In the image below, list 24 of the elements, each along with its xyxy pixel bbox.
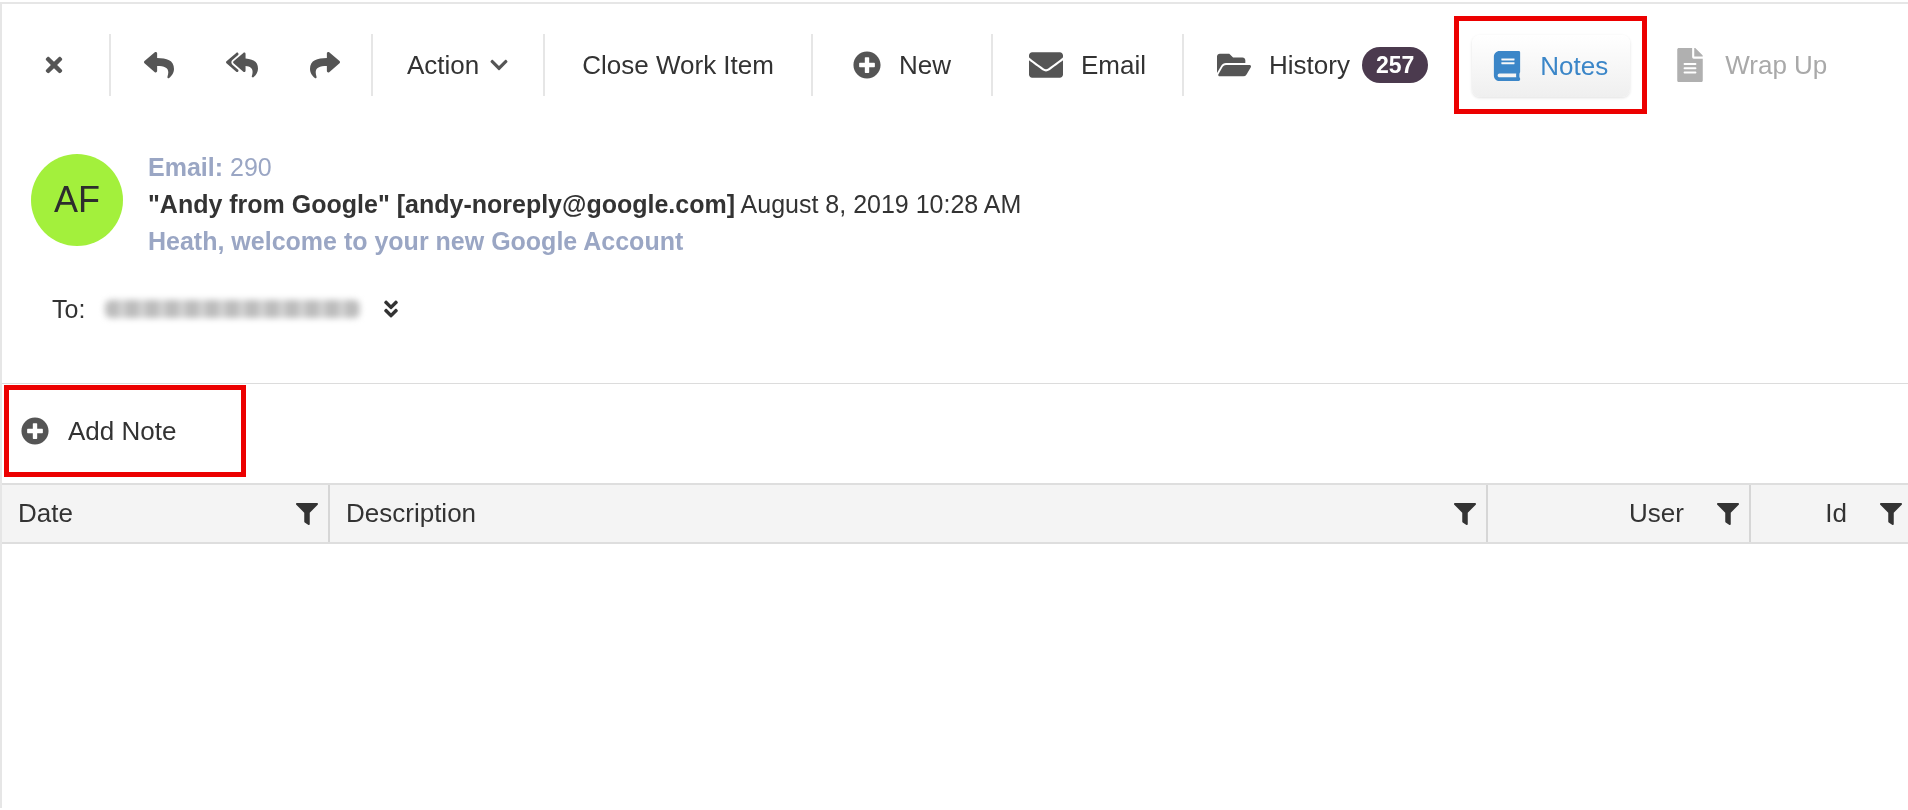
email-subject: Heath, welcome to your new Google Account — [148, 226, 685, 257]
action-menu-button[interactable]: Action — [373, 41, 544, 89]
column-header[interactable]: Description — [346, 498, 477, 529]
filter-icon[interactable] — [296, 502, 318, 525]
column-header[interactable]: User — [1629, 498, 1684, 529]
sender-line: "Andy from Google" [andy-noreply@google.com] August 8, 2019 10:28 AM — [148, 189, 1022, 220]
reply-icon — [144, 50, 174, 80]
book-icon — [1492, 51, 1523, 81]
add-note-button[interactable]: Add Note — [21, 407, 177, 455]
column-header[interactable]: Date — [18, 498, 73, 529]
to-label: To: — [52, 294, 86, 324]
notes-button[interactable]: Notes — [1472, 35, 1631, 97]
history-button[interactable]: History 257 — [1184, 41, 1455, 89]
filter-icon[interactable] — [1880, 502, 1902, 525]
close-work-item-button[interactable]: Close Work Item — [545, 41, 811, 89]
email-number: Email: 290 — [148, 152, 273, 183]
filter-icon[interactable] — [1454, 502, 1476, 525]
new-button[interactable]: New — [812, 41, 991, 89]
avatar: AF — [31, 154, 123, 246]
column-header[interactable]: Id — [1825, 498, 1847, 529]
forward-icon — [310, 50, 340, 80]
count-badge: 257 — [1361, 47, 1429, 83]
email-button[interactable]: Email — [992, 41, 1182, 89]
filter-icon[interactable] — [1717, 502, 1739, 525]
